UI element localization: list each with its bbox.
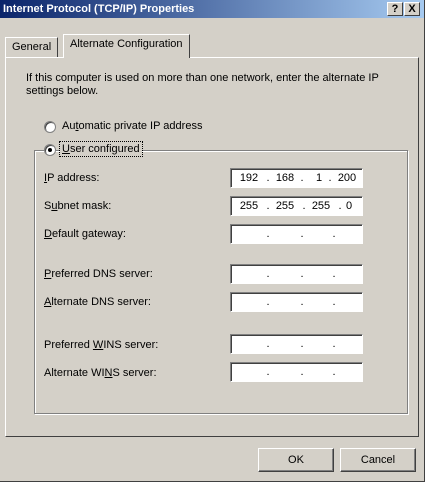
cancel-button[interactable]: Cancel: [340, 448, 416, 472]
ip-dot: .: [266, 296, 270, 308]
title-bar[interactable]: Internet Protocol (TCP/IP) Properties: [0, 0, 424, 18]
alternate-wins-label: Alternate WINS server:: [44, 367, 157, 379]
alternate-wins-field[interactable]: . . .: [230, 362, 363, 382]
ip-dot: .: [300, 228, 304, 240]
ip-dot: .: [300, 338, 304, 350]
ip-dot: .: [332, 296, 336, 308]
default-gateway-field[interactable]: . . .: [230, 224, 363, 244]
subnet-mask-field[interactable]: 255 . 255 . 255 . 0: [230, 196, 363, 216]
close-button[interactable]: X: [404, 2, 420, 16]
close-icon: X: [408, 3, 416, 15]
user-configured-label[interactable]: User configured: [59, 141, 143, 157]
ip-dot: .: [266, 228, 270, 240]
question-mark-icon: ?: [391, 3, 399, 15]
ip-dot: .: [300, 296, 304, 308]
radio-selected-dot: [48, 148, 52, 152]
ip-dot: .: [332, 338, 336, 350]
ip-dot: .: [300, 268, 304, 280]
help-button[interactable]: ?: [387, 2, 403, 16]
ok-button-label: OK: [288, 454, 304, 466]
subnet-octet-3[interactable]: 255: [307, 197, 335, 215]
ip-octet-1[interactable]: 192: [235, 169, 263, 187]
ip-octet-2[interactable]: 168: [271, 169, 299, 187]
ip-address-label: IP address:: [44, 172, 100, 184]
default-gateway-label: Default gateway:: [44, 228, 126, 240]
preferred-wins-label: Preferred WINS server:: [44, 339, 159, 351]
automatic-private-ip-label[interactable]: Automatic private IP address: [62, 120, 202, 132]
subnet-octet-2[interactable]: 255: [271, 197, 299, 215]
preferred-dns-label: Preferred DNS server:: [44, 268, 153, 280]
tab-general-label: General: [12, 41, 52, 53]
user-configured-radio[interactable]: [44, 144, 56, 156]
window-title: Internet Protocol (TCP/IP) Properties: [3, 3, 195, 15]
preferred-wins-field[interactable]: . . .: [230, 334, 363, 354]
automatic-private-ip-radio[interactable]: [44, 121, 56, 133]
ip-address-field[interactable]: 192 . 168 . 1 . 200: [230, 168, 363, 188]
ip-dot: .: [332, 228, 336, 240]
alternate-dns-label: Alternate DNS server:: [44, 296, 151, 308]
subnet-octet-1[interactable]: 255: [235, 197, 263, 215]
tab-general[interactable]: General: [5, 37, 59, 58]
ok-button[interactable]: OK: [258, 448, 334, 472]
intro-text: If this computer is used on more than on…: [26, 72, 379, 97]
ip-dot: .: [266, 366, 270, 378]
ip-dot: .: [332, 366, 336, 378]
preferred-dns-field[interactable]: . . .: [230, 264, 363, 284]
subnet-octet-4[interactable]: 0: [335, 197, 363, 215]
tcpip-properties-dialog: Internet Protocol (TCP/IP) Properties ? …: [0, 0, 425, 482]
ip-octet-4[interactable]: 200: [333, 169, 361, 187]
alternate-dns-field[interactable]: . . .: [230, 292, 363, 312]
ip-dot: .: [332, 268, 336, 280]
tab-alternate-configuration-label: Alternate Configuration: [70, 38, 183, 50]
ip-dot: .: [266, 268, 270, 280]
ip-dot: .: [300, 366, 304, 378]
ip-dot: .: [266, 338, 270, 350]
subnet-mask-label: Subnet mask:: [44, 200, 112, 212]
tab-alternate-configuration[interactable]: Alternate Configuration: [63, 34, 190, 58]
cancel-button-label: Cancel: [360, 454, 396, 466]
